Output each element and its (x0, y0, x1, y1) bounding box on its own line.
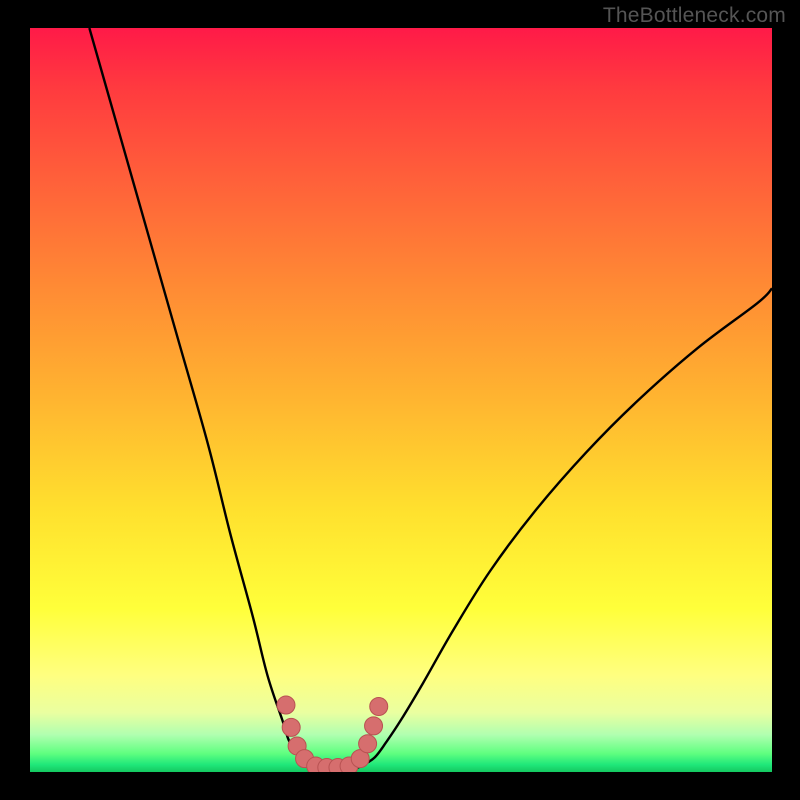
attribution-text: TheBottleneck.com (603, 4, 786, 28)
marker-point (359, 735, 377, 753)
chart-plot-area (30, 28, 772, 772)
chart-svg (30, 28, 772, 772)
marker-point (282, 718, 300, 736)
left-curve (89, 28, 315, 768)
marker-point (370, 698, 388, 716)
marker-point (277, 696, 295, 714)
marker-point (365, 717, 383, 735)
right-curve (356, 288, 772, 768)
